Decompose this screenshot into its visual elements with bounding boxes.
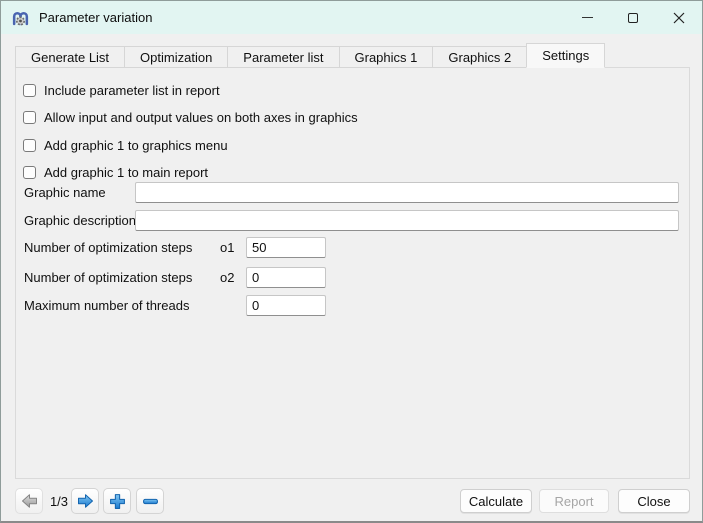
report-button[interactable]: Report — [539, 489, 609, 513]
arrow-left-icon — [21, 494, 37, 508]
add-graphic-report-checkbox[interactable] — [23, 166, 36, 179]
tab-settings[interactable]: Settings — [526, 43, 606, 68]
checkbox-label: Add graphic 1 to main report — [44, 165, 209, 180]
optimization-steps-1-label: Number of optimization steps — [24, 240, 193, 255]
page-indicator: 1/3 — [49, 494, 69, 509]
next-page-button[interactable] — [71, 488, 99, 514]
plus-icon — [109, 493, 125, 509]
optimization-steps-2-input[interactable] — [246, 267, 326, 288]
optimization-steps-2-label: Number of optimization steps — [24, 270, 193, 285]
checkbox-row-add-graphic-menu: Add graphic 1 to graphics menu — [23, 138, 228, 153]
graphic-name-label: Graphic name — [24, 185, 106, 200]
checkbox-label: Add graphic 1 to graphics menu — [44, 138, 228, 153]
add-graphic-menu-checkbox[interactable] — [23, 139, 36, 152]
remove-page-button[interactable] — [136, 488, 164, 514]
add-page-button[interactable] — [103, 488, 131, 514]
checkbox-row-add-graphic-report: Add graphic 1 to main report — [23, 165, 208, 180]
tab-parameter-list[interactable]: Parameter list — [227, 46, 340, 68]
calculate-button[interactable]: Calculate — [460, 489, 532, 513]
maximize-icon — [628, 12, 638, 23]
graphic-name-input[interactable] — [135, 182, 679, 203]
tab-graphics-2[interactable]: Graphics 2 — [432, 46, 528, 68]
maximize-button[interactable] — [610, 1, 656, 34]
optimization-steps-2-row: Number of optimization steps o2 — [24, 267, 326, 288]
parameter-variation-dialog: Parameter variation Generate List Optimi… — [0, 0, 703, 523]
settings-pane: Include parameter list in report Allow i… — [15, 67, 690, 479]
max-threads-row: Maximum number of threads — [24, 295, 326, 316]
graphic-description-row: Graphic description — [24, 210, 679, 231]
graphic-description-input[interactable] — [135, 210, 679, 231]
close-button[interactable] — [656, 1, 702, 34]
minimize-icon — [581, 17, 593, 18]
close-dialog-button[interactable]: Close — [618, 489, 690, 513]
allow-both-axes-checkbox[interactable] — [23, 111, 36, 124]
optimization-steps-2-symbol: o2 — [220, 270, 235, 285]
graphic-name-row: Graphic name — [24, 182, 679, 203]
close-icon — [673, 12, 685, 23]
arrow-right-icon — [77, 494, 93, 508]
tab-graphics-1[interactable]: Graphics 1 — [338, 46, 434, 68]
checkbox-row-include-parameter-list: Include parameter list in report — [23, 83, 220, 98]
prev-page-button[interactable] — [15, 488, 43, 514]
minus-icon — [142, 498, 158, 504]
tab-label: Optimization — [140, 49, 213, 65]
max-threads-label: Maximum number of threads — [24, 298, 190, 313]
optimization-steps-1-input[interactable] — [246, 237, 326, 258]
tab-label: Graphics 2 — [448, 49, 512, 65]
tab-bar: Generate List Optimization Parameter lis… — [15, 43, 606, 68]
tab-label: Graphics 1 — [354, 49, 418, 65]
tab-label: Settings — [542, 48, 590, 63]
titlebar: Parameter variation — [1, 1, 702, 34]
tab-generate-list[interactable]: Generate List — [15, 46, 126, 68]
graphic-description-label: Graphic description — [24, 213, 136, 228]
optimization-steps-1-row: Number of optimization steps o1 — [24, 237, 326, 258]
app-logo-icon — [12, 12, 29, 26]
window-title: Parameter variation — [39, 10, 153, 25]
checkbox-label: Allow input and output values on both ax… — [44, 110, 358, 125]
minimize-button[interactable] — [564, 1, 610, 34]
tab-label: Parameter list — [243, 49, 324, 65]
window-controls — [564, 1, 702, 34]
tab-label: Generate List — [31, 49, 110, 65]
tab-optimization[interactable]: Optimization — [124, 46, 229, 68]
optimization-steps-1-symbol: o1 — [220, 240, 235, 255]
include-parameter-list-checkbox[interactable] — [23, 84, 36, 97]
max-threads-input[interactable] — [246, 295, 326, 316]
checkbox-row-allow-both-axes: Allow input and output values on both ax… — [23, 110, 358, 125]
checkbox-label: Include parameter list in report — [44, 83, 220, 98]
